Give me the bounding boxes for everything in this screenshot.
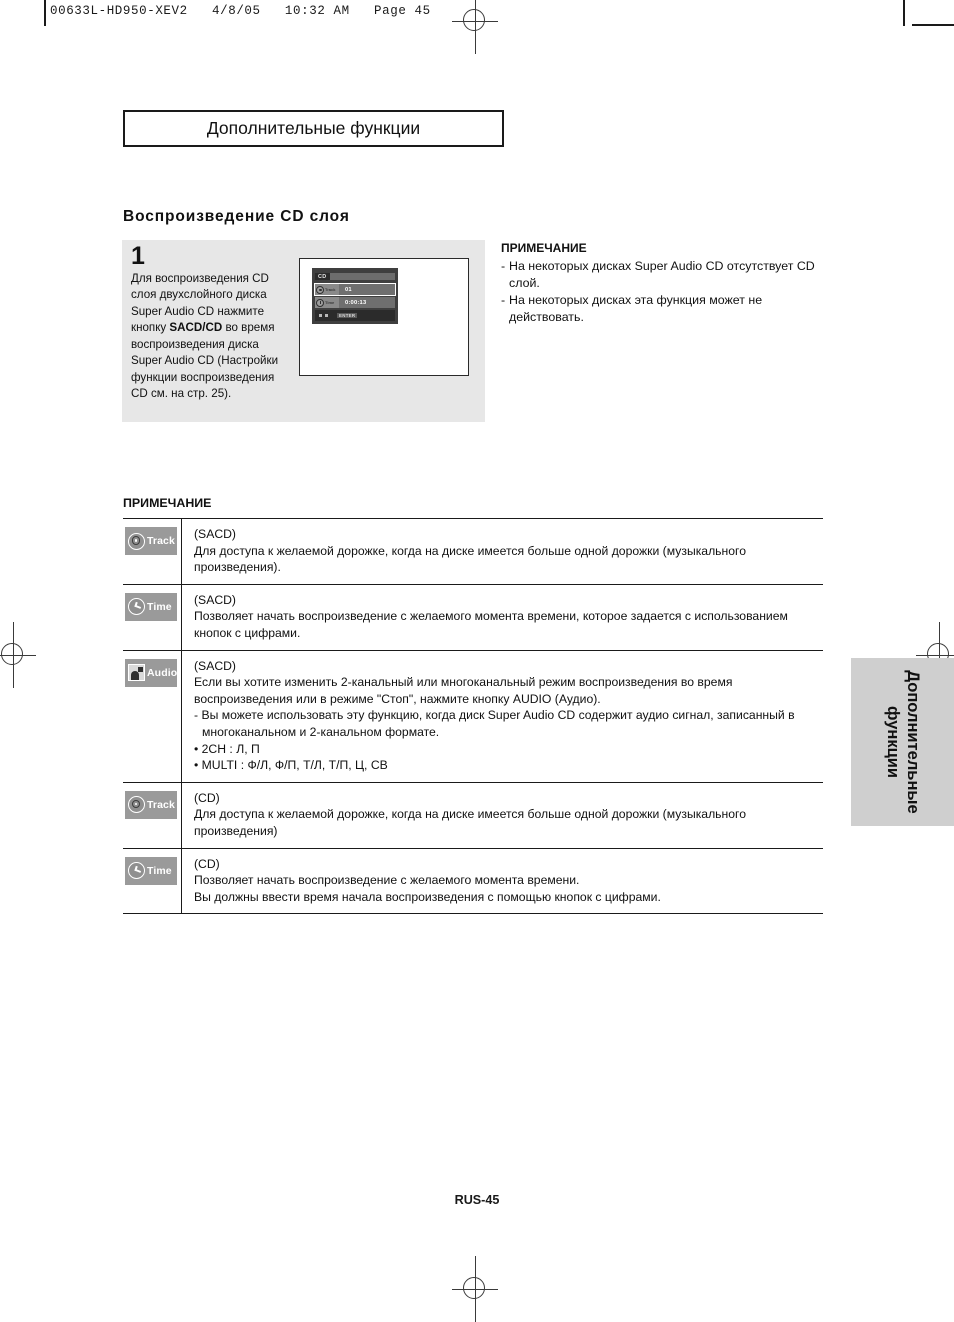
osd-time-value: 0:00:13 bbox=[345, 299, 367, 306]
header-rule-right bbox=[903, 0, 905, 26]
osd-disc-type-label: CD bbox=[318, 273, 327, 280]
table-row-line: Позволяет начать воспроизведение с желае… bbox=[194, 873, 580, 888]
note-right-block: ПРИМЕЧАНИЕ - На некоторых дисках Super A… bbox=[501, 241, 821, 326]
table-row-body-cell: (CD) Для доступа к желаемой дорожке, когд… bbox=[182, 783, 823, 848]
step-text-bold: SACD/CD bbox=[169, 321, 223, 335]
time-icon bbox=[128, 598, 145, 616]
regmark-ring bbox=[463, 1277, 485, 1299]
note-right-item-text: На некоторых дисках эта функция может не… bbox=[509, 293, 763, 324]
osd-time-field: Time 0:00:13 bbox=[315, 297, 395, 308]
table-row-icon-cell: Time bbox=[123, 584, 182, 650]
registration-mark-bottom bbox=[452, 1256, 498, 1322]
table-row-line: Позволяет начать воспроизведение с желае… bbox=[194, 609, 788, 640]
table-row-icon-cell: Audio bbox=[123, 650, 182, 782]
table-row-line: (CD) bbox=[194, 790, 220, 805]
osd-track-value: 01 bbox=[345, 286, 352, 293]
table-row-icon-cell: Track bbox=[123, 519, 182, 584]
osd-track-label: Track bbox=[325, 287, 336, 292]
table-row-body-cell: (CD) Позволяет начать воспроизведение с ж… bbox=[182, 849, 823, 914]
note-table-label: ПРИМЕЧАНИЕ bbox=[123, 496, 212, 510]
osd-track-chip: Track bbox=[315, 284, 339, 295]
registration-mark-top bbox=[452, 0, 498, 54]
mode-badge: Track bbox=[125, 790, 177, 819]
note-right-item: - На некоторых дисках Super Audio CD отс… bbox=[501, 258, 821, 291]
mode-badge-label: Track bbox=[147, 535, 175, 547]
mode-badge-label: Audio bbox=[147, 666, 178, 679]
mode-badge-label: Time bbox=[147, 864, 172, 877]
side-thumb-tab: Дополнительные функции bbox=[851, 658, 954, 826]
mode-badge-label: Time bbox=[147, 600, 172, 613]
side-thumb-tab-label: Дополнительные функции bbox=[884, 670, 923, 814]
page-title-box: Дополнительные функции bbox=[123, 110, 504, 147]
mode-badge: Audio bbox=[125, 658, 178, 687]
table-row-line: • MULTI : Ф/Л, Ф/П, Т/Л, Т/П, Ц, СВ bbox=[194, 758, 388, 773]
table-row-icon-cell: Time bbox=[123, 848, 182, 914]
table-row-line: (SACD) bbox=[194, 527, 236, 541]
table-row: Time (CD) Позволяет начать воспроизведение… bbox=[123, 848, 823, 915]
table-row-body-cell: (SACD) Для доступа к желаемой дорожке, ко… bbox=[182, 519, 823, 584]
header-rule-left bbox=[44, 0, 46, 26]
osd-time-chip: Time bbox=[315, 297, 339, 308]
table-row: Track (SACD) Для доступа к желаемой дорожк… bbox=[123, 519, 823, 585]
note-right-item-text: На некоторых дисках Super Audio CD отсут… bbox=[509, 259, 815, 290]
mode-badge-label: Track bbox=[147, 798, 175, 811]
table-row-body-cell: (SACD) Если вы хотите изменить 2-канальны… bbox=[182, 651, 823, 782]
osd-time-row: Time 0:00:13 bbox=[315, 297, 395, 308]
page-footer: RUS-45 bbox=[454, 1193, 500, 1207]
table-row-line: (CD) bbox=[194, 856, 220, 871]
note-right-title: ПРИМЕЧАНИЕ bbox=[501, 241, 587, 255]
print-header-text: 00633L-HD950-XEV2 4/8/05 10:32 AM Page 4… bbox=[50, 4, 431, 18]
time-icon bbox=[128, 862, 145, 879]
table-row-line: Если вы хотите изменить 2-канальный или … bbox=[194, 675, 733, 706]
audio-icon bbox=[128, 664, 145, 682]
table-row-icon-cell: Track bbox=[123, 782, 182, 848]
note-dash: - bbox=[501, 259, 506, 273]
osd-title-row: CD bbox=[315, 271, 395, 282]
table-row-line: • 2CH : Л, П bbox=[194, 741, 260, 756]
osd-footer-row: ENTER bbox=[315, 310, 395, 321]
header-underline bbox=[912, 24, 954, 26]
osd-track-field: Track 01 bbox=[314, 283, 396, 296]
regmark-ring bbox=[463, 9, 485, 31]
regmark-ring bbox=[1, 643, 23, 665]
step-number: 1 bbox=[131, 242, 145, 270]
mode-badge: Time bbox=[125, 592, 177, 621]
note-table: Track (SACD) Для доступа к желаемой дорожк… bbox=[123, 518, 823, 915]
table-row-line: - Вы можете использовать эту функцию, ко… bbox=[194, 708, 795, 739]
table-row-line: Для доступа к желаемой дорожке, когда на… bbox=[194, 807, 747, 838]
section-heading: Воспроизведение CD слоя bbox=[123, 208, 350, 225]
table-row: Track (CD) Для доступа к желаемой дорожке,… bbox=[123, 782, 823, 849]
osd-time-label: Time bbox=[325, 300, 335, 305]
table-row-line: Вы должны ввести время начала воспроизве… bbox=[194, 889, 661, 904]
arrow-right-icon bbox=[325, 314, 328, 317]
table-row-line: (SACD) bbox=[194, 592, 236, 607]
table-row: Time (SACD) Позволяет начать воспроизведе… bbox=[123, 584, 823, 651]
note-right-item: - На некоторых дисках эта функция может … bbox=[501, 292, 821, 325]
osd-disc-type: CD bbox=[315, 273, 395, 280]
step-instruction-text: Для воспроизведения CD слоя двухслойного… bbox=[131, 271, 289, 403]
registration-mark-left bbox=[0, 622, 36, 688]
table-row-line: (SACD) bbox=[194, 658, 236, 673]
track-disc-icon bbox=[316, 285, 324, 294]
table-row-body-cell: (SACD) Позволяет начать воспроизведение … bbox=[182, 585, 823, 650]
osd-panel: CD Track 01 Time 0:00:13 ENTER bbox=[312, 268, 398, 324]
note-dash: - bbox=[501, 293, 506, 307]
track-icon bbox=[128, 796, 145, 814]
osd-enter-label: ENTER bbox=[337, 313, 358, 318]
osd-track-row: Track 01 bbox=[314, 283, 396, 296]
arrow-left-icon bbox=[319, 314, 322, 317]
table-row: Audio (SACD) Если вы хотите изменить 2-кан… bbox=[123, 650, 823, 783]
table-row-line: Для доступа к желаемой дорожке, когда на… bbox=[194, 543, 747, 575]
mode-badge: Track bbox=[125, 527, 177, 555]
osd-footer-bar: ENTER bbox=[315, 310, 395, 321]
time-clock-icon bbox=[316, 298, 324, 307]
page-title: Дополнительные функции bbox=[206, 118, 421, 138]
osd-title-bar bbox=[329, 273, 395, 280]
track-icon bbox=[128, 532, 145, 550]
mode-badge: Time bbox=[125, 856, 177, 885]
tv-screen-illustration: CD Track 01 Time 0:00:13 ENTER bbox=[299, 258, 469, 376]
